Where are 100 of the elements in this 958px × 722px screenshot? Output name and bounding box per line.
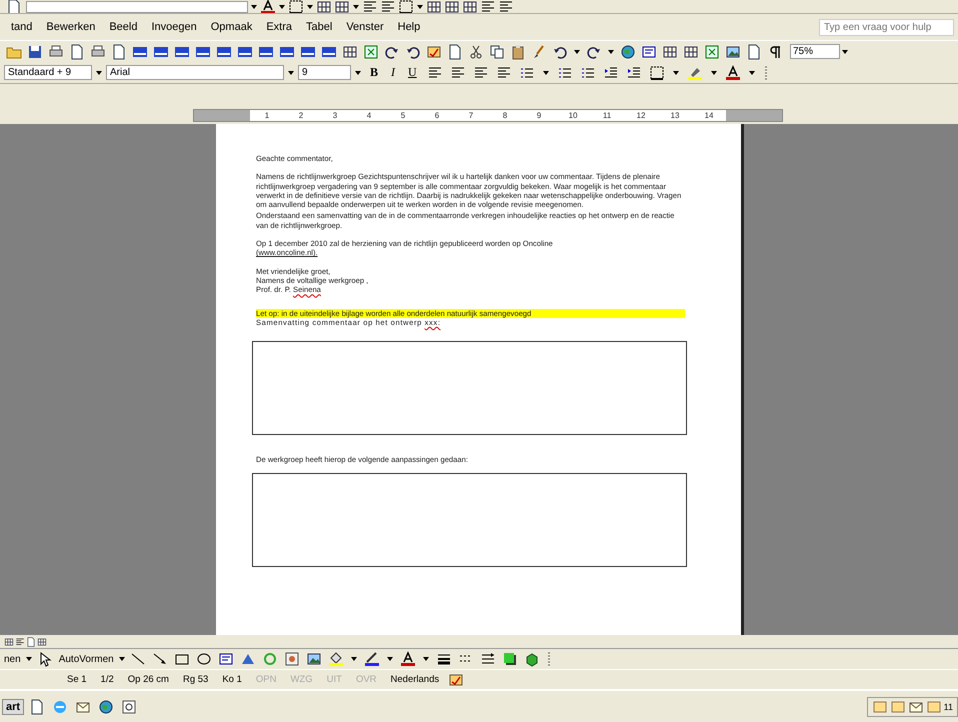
document-icon[interactable] [447,44,463,60]
menu-item[interactable]: Help [390,19,428,35]
table-grid-icon[interactable] [342,44,358,60]
table-grid-icon[interactable] [662,44,678,60]
copy-icon[interactable] [489,44,505,60]
status-item: UIT [326,674,343,685]
menu-item[interactable]: Opmaak [204,19,260,35]
ruler-number: 8 [502,111,508,120]
table-grid-icon[interactable] [4,636,14,646]
toolbar-grip-icon[interactable] [762,64,769,80]
ruler-number: 13 [670,111,680,120]
ruler-number: 11 [602,111,612,120]
font-size-field[interactable]: 9 [298,65,351,80]
table-grid-icon[interactable] [426,0,442,13]
table-grid-icon[interactable] [37,636,47,646]
line-color-icon[interactable] [364,651,380,667]
toolbar-grip-icon[interactable] [546,651,552,667]
document-icon[interactable] [69,44,85,60]
printer-icon[interactable] [90,44,106,60]
status-item: OPN [254,674,278,685]
border-icon[interactable] [398,0,414,13]
printer-icon[interactable] [48,44,64,60]
indent-icon[interactable] [602,64,619,80]
text-box-icon[interactable] [218,651,234,667]
scissors-icon[interactable] [468,44,484,60]
menu-item[interactable]: Beeld [102,19,144,35]
line-style-field[interactable] [26,0,248,12]
align-icon[interactable] [480,0,496,13]
autoshapes-menu[interactable]: AutoVormen [56,652,116,666]
menu-item[interactable]: Venster [339,19,391,35]
ruler-number: 6 [434,111,440,120]
ruler-number: 10 [568,111,578,120]
draw-menu[interactable]: nen [2,652,23,666]
align-icon[interactable] [498,0,514,13]
arrow-icon[interactable] [152,651,168,667]
border-icon[interactable] [648,64,665,80]
align-icon[interactable] [362,0,378,13]
shadow-icon[interactable] [502,651,518,667]
style-field[interactable]: Standaard + 9 [4,65,92,80]
align-icon[interactable] [426,64,443,80]
align-icon[interactable] [380,0,396,13]
spellcheck-icon[interactable] [448,672,464,688]
status-item: Rg 53 [182,674,210,685]
bold-button[interactable]: B [365,65,384,80]
clip-art-icon[interactable] [284,651,300,667]
globe-icon[interactable] [98,698,114,714]
menu-item[interactable]: Extra [259,19,300,35]
help-search-field[interactable]: Typ een vraag voor hulp [819,18,954,36]
italic-button[interactable]: I [386,65,400,80]
start-button[interactable]: art [2,698,24,714]
align-icon[interactable] [450,64,466,80]
ruler-number: 4 [366,111,372,120]
menu-item[interactable]: Tabel [299,19,340,35]
underline-button[interactable]: U [403,65,422,80]
status-item: Op 26 cm [126,674,170,685]
document-icon[interactable] [746,44,762,60]
save-icon[interactable] [27,44,43,60]
ruler-number: 2 [298,111,304,120]
menu-item[interactable]: Invoegen [144,19,204,35]
table-grid-icon[interactable] [334,0,350,13]
fill-color-icon[interactable] [328,651,344,667]
font-color-icon[interactable] [260,0,276,13]
table-grid-icon[interactable] [316,0,332,13]
picture-icon[interactable] [306,651,322,667]
globe-icon[interactable] [620,44,636,60]
status-item: Se 1 [66,674,88,685]
table-grid-icon[interactable] [444,0,460,13]
document-icon[interactable] [111,44,127,60]
align-icon[interactable] [15,636,25,646]
table-grid-icon[interactable] [683,44,699,60]
font-color-icon[interactable] [724,64,741,80]
ruler-number: 5 [400,111,406,120]
menu-item[interactable]: Bewerken [39,19,102,35]
status-item: 1/2 [100,674,115,685]
status-item: WZG [289,674,314,685]
status-item: OVR [354,674,378,685]
spreadsheet-icon[interactable] [363,44,379,60]
ruler-number: 1 [264,111,270,120]
menu-item[interactable]: tand [4,19,40,35]
font-field[interactable]: Arial [106,65,284,80]
indent-icon[interactable] [626,64,642,80]
line-icon[interactable] [130,651,146,667]
text-box-icon[interactable] [641,44,657,60]
font-color-icon[interactable] [400,651,416,667]
align-icon[interactable] [472,64,489,80]
spreadsheet-icon[interactable] [704,44,720,60]
picture-icon[interactable] [725,44,741,60]
spellcheck-icon[interactable] [426,44,442,60]
document-icon[interactable] [29,698,46,714]
oval-icon[interactable] [196,651,212,667]
border-icon[interactable] [288,0,304,13]
ruler-number: 7 [468,111,474,120]
ruler-number: 9 [536,111,542,120]
ruler[interactable]: 1 2 3 4 5 6 7 8 9 10 11 12 13 14 [193,109,783,122]
table-grid-icon[interactable] [462,0,478,13]
clipboard-icon[interactable] [510,44,526,60]
zoom-field[interactable]: 75% [790,44,840,59]
align-icon[interactable] [496,64,512,80]
ruler-number: 14 [704,111,714,120]
ruler-number: 3 [332,111,338,120]
